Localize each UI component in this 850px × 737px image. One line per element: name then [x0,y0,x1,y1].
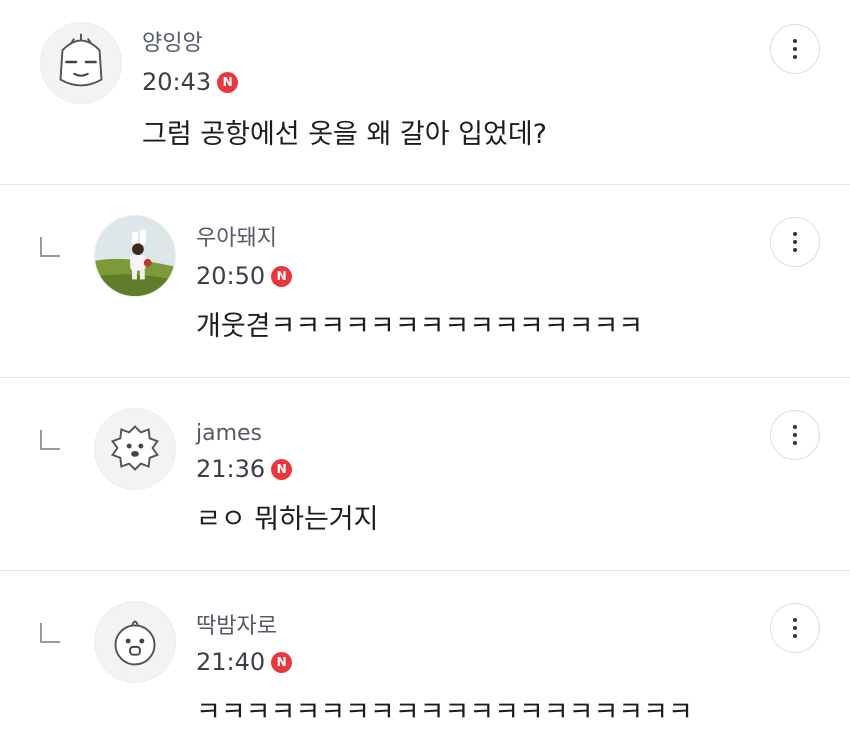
timestamp-row: 20:43 N [142,67,239,97]
comment-text: ㅋㅋㅋㅋㅋㅋㅋㅋㅋㅋㅋㅋㅋㅋㅋㅋㅋㅋㅋㅋ [196,697,693,728]
timestamp: 21:40 [196,648,266,676]
author-name[interactable]: james [196,420,262,448]
more-vertical-icon[interactable] [770,24,820,74]
reply-arrow-icon [40,623,60,643]
reply-arrow-icon [40,430,60,450]
reply-item: james 21:36 N ㄹㅇ 뭐하는거지 [0,378,850,570]
new-badge-icon: N [271,265,293,287]
comment-text: 그럼 공항에선 옷을 왜 갈아 입었데? [142,119,548,150]
reply-item: 우아돼지 20:50 N 개웃겯ㅋㅋㅋㅋㅋㅋㅋㅋㅋㅋㅋㅋㅋㅋㅋ [0,185,850,377]
photo-avatar[interactable] [94,215,176,297]
timestamp-row: 21:40 N [196,647,293,677]
timestamp: 20:43 [142,68,212,96]
timestamp-row: 20:50 N [196,261,293,291]
timestamp: 20:50 [196,262,266,290]
new-badge-icon: N [217,71,239,93]
timestamp-row: 21:36 N [196,454,293,484]
more-vertical-icon[interactable] [770,410,820,460]
bird-face-icon[interactable] [94,601,176,683]
author-name[interactable]: 양잉앙 [142,30,203,58]
timestamp: 21:36 [196,455,266,483]
author-name[interactable]: 딱밤자로 [196,613,277,641]
cartoon-face-icon[interactable] [40,22,122,104]
new-badge-icon: N [271,458,293,480]
reply-arrow-icon [40,237,60,257]
lion-face-icon[interactable] [94,408,176,490]
comment-text: ㄹㅇ 뭐하는거지 [196,504,379,535]
more-vertical-icon[interactable] [770,217,820,267]
more-vertical-icon[interactable] [770,603,820,653]
new-badge-icon: N [271,651,293,673]
author-name[interactable]: 우아돼지 [196,225,277,253]
comment-item: 양잉앙 20:43 N 그럼 공항에선 옷을 왜 갈아 입었데? [0,0,850,184]
comment-text: 개웃겯ㅋㅋㅋㅋㅋㅋㅋㅋㅋㅋㅋㅋㅋㅋㅋ [196,311,644,342]
comment-feed: 양잉앙 20:43 N 그럼 공항에선 옷을 왜 갈아 입었데? 우아돼지 20… [0,0,850,737]
reply-item: 딱밤자로 21:40 N ㅋㅋㅋㅋㅋㅋㅋㅋㅋㅋㅋㅋㅋㅋㅋㅋㅋㅋㅋㅋ [0,571,850,737]
